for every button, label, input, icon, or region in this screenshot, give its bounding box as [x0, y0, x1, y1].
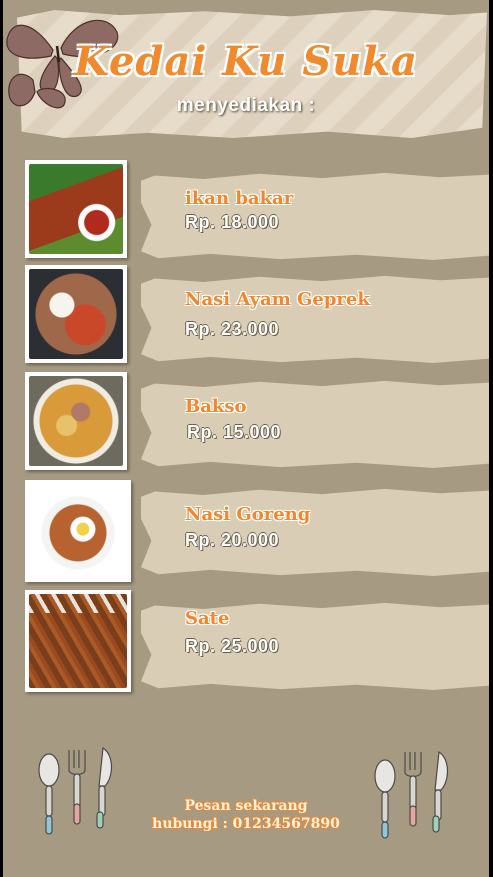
meatball-soup-photo	[25, 372, 127, 470]
fried-rice-photo	[25, 480, 131, 582]
menu-item: Sate Rp. 25.000	[3, 590, 489, 694]
item-name: Sate	[185, 608, 230, 629]
item-price: Rp. 20.000	[185, 530, 280, 550]
page-title: Kedai Ku Suka	[74, 38, 418, 85]
item-name: Nasi Goreng	[185, 504, 311, 525]
item-price: Rp. 18.000	[185, 212, 280, 232]
satay-photo	[25, 590, 131, 692]
footer-cta: Pesan sekarang	[184, 798, 308, 814]
item-name: Nasi Ayam Geprek	[185, 289, 370, 310]
item-name: Bakso	[185, 396, 247, 417]
menu-item: Nasi Goreng Rp. 20.000	[3, 480, 489, 582]
item-price: Rp. 23.000	[185, 319, 280, 339]
item-name: ikan bakar	[185, 188, 294, 209]
grilled-fish-photo	[25, 160, 127, 258]
geprek-chicken-rice-photo	[25, 265, 127, 363]
page-subtitle: menyediakan :	[176, 95, 316, 116]
menu-item: Bakso Rp. 15.000	[3, 372, 489, 472]
menu-item: Nasi Ayam Geprek Rp. 23.000	[3, 265, 489, 365]
footer-phone[interactable]: hubungi : 01234567890	[3, 816, 489, 832]
item-price: Rp. 25.000	[185, 636, 280, 656]
item-price: Rp. 15.000	[187, 422, 282, 442]
menu-item: ikan bakar Rp. 18.000	[3, 160, 489, 260]
menu-page: Kedai Ku Suka menyediakan : ikan bakar R…	[3, 0, 489, 877]
